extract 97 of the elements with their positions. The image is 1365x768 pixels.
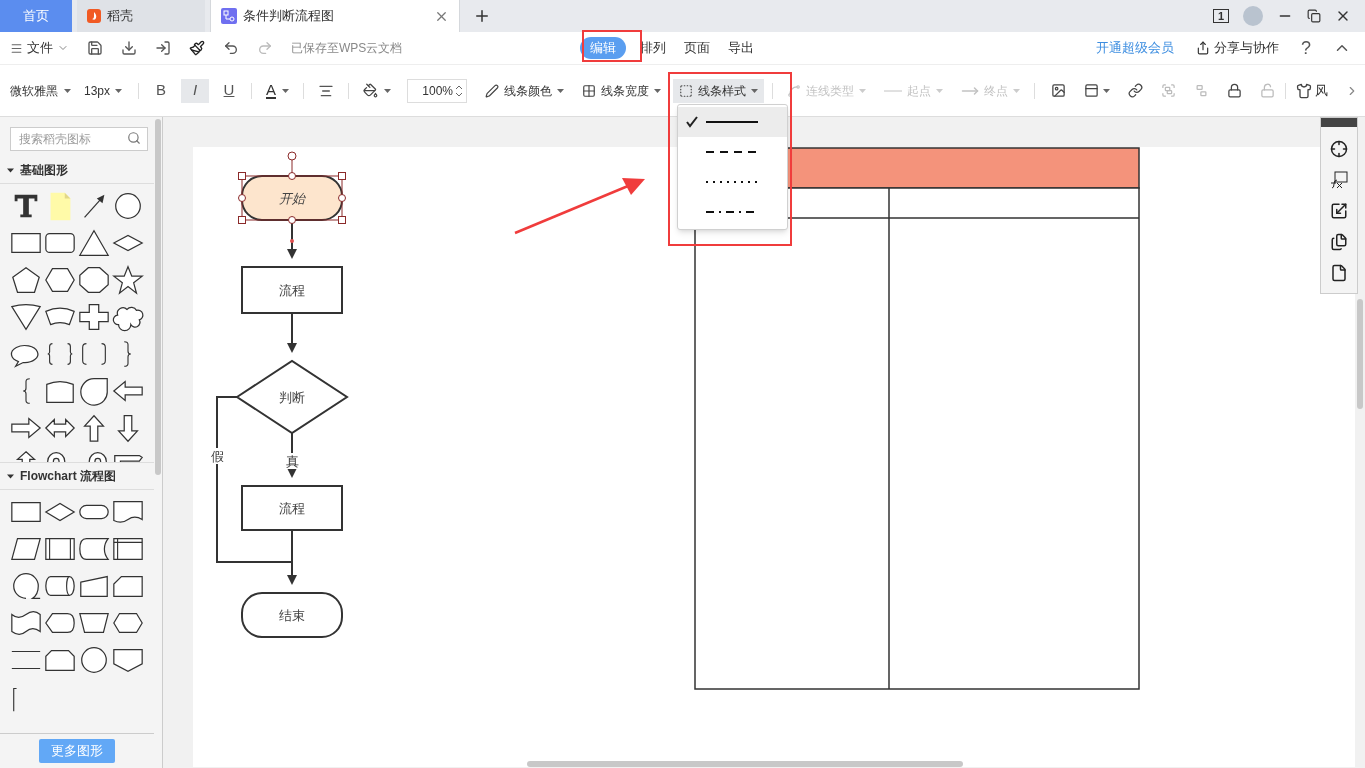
highlight-box: [582, 30, 642, 62]
pen-icon: [485, 83, 499, 98]
save-status: 已保存至WPS云文档: [291, 40, 403, 57]
format-button[interactable]: B: [147, 78, 175, 103]
node-label: 流程: [279, 283, 305, 298]
search-field[interactable]: 搜索稻壳图标: [10, 127, 148, 151]
caret-icon: [936, 88, 943, 93]
caret-icon: [557, 88, 564, 93]
caret-icon: [859, 88, 866, 93]
decision-node[interactable]: [235, 359, 349, 435]
flame-logo-icon: [87, 9, 101, 23]
check-icon: [686, 116, 698, 128]
scrollbar[interactable]: [1357, 299, 1363, 409]
resize-icon[interactable]: [1330, 202, 1348, 220]
page-icon[interactable]: [1330, 264, 1348, 282]
menu-tab[interactable]: 导出: [724, 38, 758, 58]
theme-button[interactable]: 风: [1296, 80, 1328, 101]
caret-icon: [384, 88, 391, 93]
cross-icon[interactable]: [77, 302, 111, 333]
line-style-option[interactable]: [678, 107, 787, 137]
caret-icon: [1013, 88, 1020, 93]
share-button[interactable]: 分享与协作: [1196, 38, 1279, 58]
frame-icon: [1084, 83, 1099, 98]
node-label: 开始: [279, 191, 305, 206]
file-menu[interactable]: 文件: [10, 38, 69, 58]
pages-icon[interactable]: [1330, 233, 1348, 251]
tab[interactable]: 稻壳: [77, 0, 205, 32]
caret-icon[interactable]: [7, 166, 14, 174]
dashed-square-icon: [679, 83, 693, 98]
caret-icon: [115, 88, 123, 93]
formula-icon[interactable]: [1330, 171, 1348, 189]
tab[interactable]: 条件判断流程图: [210, 0, 460, 32]
format-button[interactable]: U: [215, 78, 243, 103]
caret-icon: [751, 88, 758, 93]
frame-button[interactable]: [1084, 83, 1110, 98]
shirt-icon: [1296, 82, 1312, 99]
export-icon[interactable]: [155, 40, 171, 56]
font-select[interactable]: 微软雅黑: [10, 81, 84, 100]
process-node[interactable]: [241, 485, 343, 531]
triangle-icon[interactable]: [77, 228, 111, 259]
line-tool-button[interactable]: 线条颜色: [479, 78, 570, 103]
paint-bucket-icon: [363, 83, 378, 98]
format-painter-icon[interactable]: [189, 40, 205, 56]
star-icon[interactable]: [111, 265, 145, 296]
connector-line[interactable]: [287, 312, 297, 353]
share-icon: [1196, 41, 1210, 55]
window-count-badge[interactable]: 1: [1212, 9, 1229, 23]
menu-tab[interactable]: 页面: [680, 38, 714, 58]
new-tab-icon[interactable]: [473, 7, 491, 25]
font-size-select[interactable]: 13px: [84, 81, 130, 100]
section-header[interactable]: Flowchart 流程图: [0, 462, 154, 490]
panel-header-bar: [1321, 118, 1357, 127]
caret-icon: [1103, 88, 1110, 93]
download-icon[interactable]: [121, 40, 137, 56]
scrollbar[interactable]: [527, 761, 963, 767]
pentagon-icon[interactable]: [9, 265, 43, 296]
flowchart-doc-icon: [221, 8, 237, 24]
spinner-icon[interactable]: [456, 83, 462, 98]
caret-icon: [64, 88, 71, 93]
curve-icon: [787, 83, 801, 98]
crosshair-icon[interactable]: [1330, 140, 1348, 158]
save-icon[interactable]: [87, 40, 103, 56]
section-header[interactable]: 基础图形: [0, 157, 154, 185]
help-button[interactable]: ?: [1301, 34, 1311, 62]
line-sample-icon: [706, 150, 758, 154]
grid-icon: [582, 83, 596, 98]
zoom-field[interactable]: 100%: [407, 78, 467, 103]
caret-icon: [654, 88, 661, 93]
node-label: 判断: [279, 390, 305, 405]
edge-label: 假: [210, 449, 224, 464]
image-icon[interactable]: [1051, 83, 1066, 98]
table-shape[interactable]: [694, 147, 1140, 690]
edge-label: 真: [285, 454, 299, 469]
drop-icon[interactable]: [77, 376, 111, 407]
caret-icon: [282, 88, 289, 93]
restore-icon[interactable]: [1307, 9, 1321, 23]
line-sample-icon: [706, 180, 758, 184]
node-label: 流程: [279, 501, 305, 516]
line-tool-button[interactable]: 线条宽度: [576, 78, 667, 103]
octagon-icon[interactable]: [77, 265, 111, 296]
process-node[interactable]: [241, 266, 343, 314]
link-icon[interactable]: [1128, 83, 1143, 98]
lock-icon[interactable]: [1227, 83, 1242, 98]
line-tool-button[interactable]: 线条样式: [673, 78, 764, 103]
font-color-button[interactable]: A: [260, 82, 295, 99]
terminal-node[interactable]: [241, 592, 343, 638]
scrollbar[interactable]: [155, 119, 161, 475]
format-button[interactable]: I: [181, 78, 209, 103]
menu-icon: [10, 41, 23, 55]
vip-link[interactable]: 开通超级会员: [1096, 38, 1174, 58]
selection-handles[interactable]: [238, 151, 346, 224]
node-label: 结束: [279, 608, 305, 623]
funnel-icon[interactable]: [9, 302, 43, 333]
undo-icon[interactable]: [223, 40, 239, 56]
caret-icon[interactable]: [7, 472, 14, 480]
search-icon[interactable]: [127, 131, 141, 145]
line-sample-icon: [706, 120, 758, 124]
